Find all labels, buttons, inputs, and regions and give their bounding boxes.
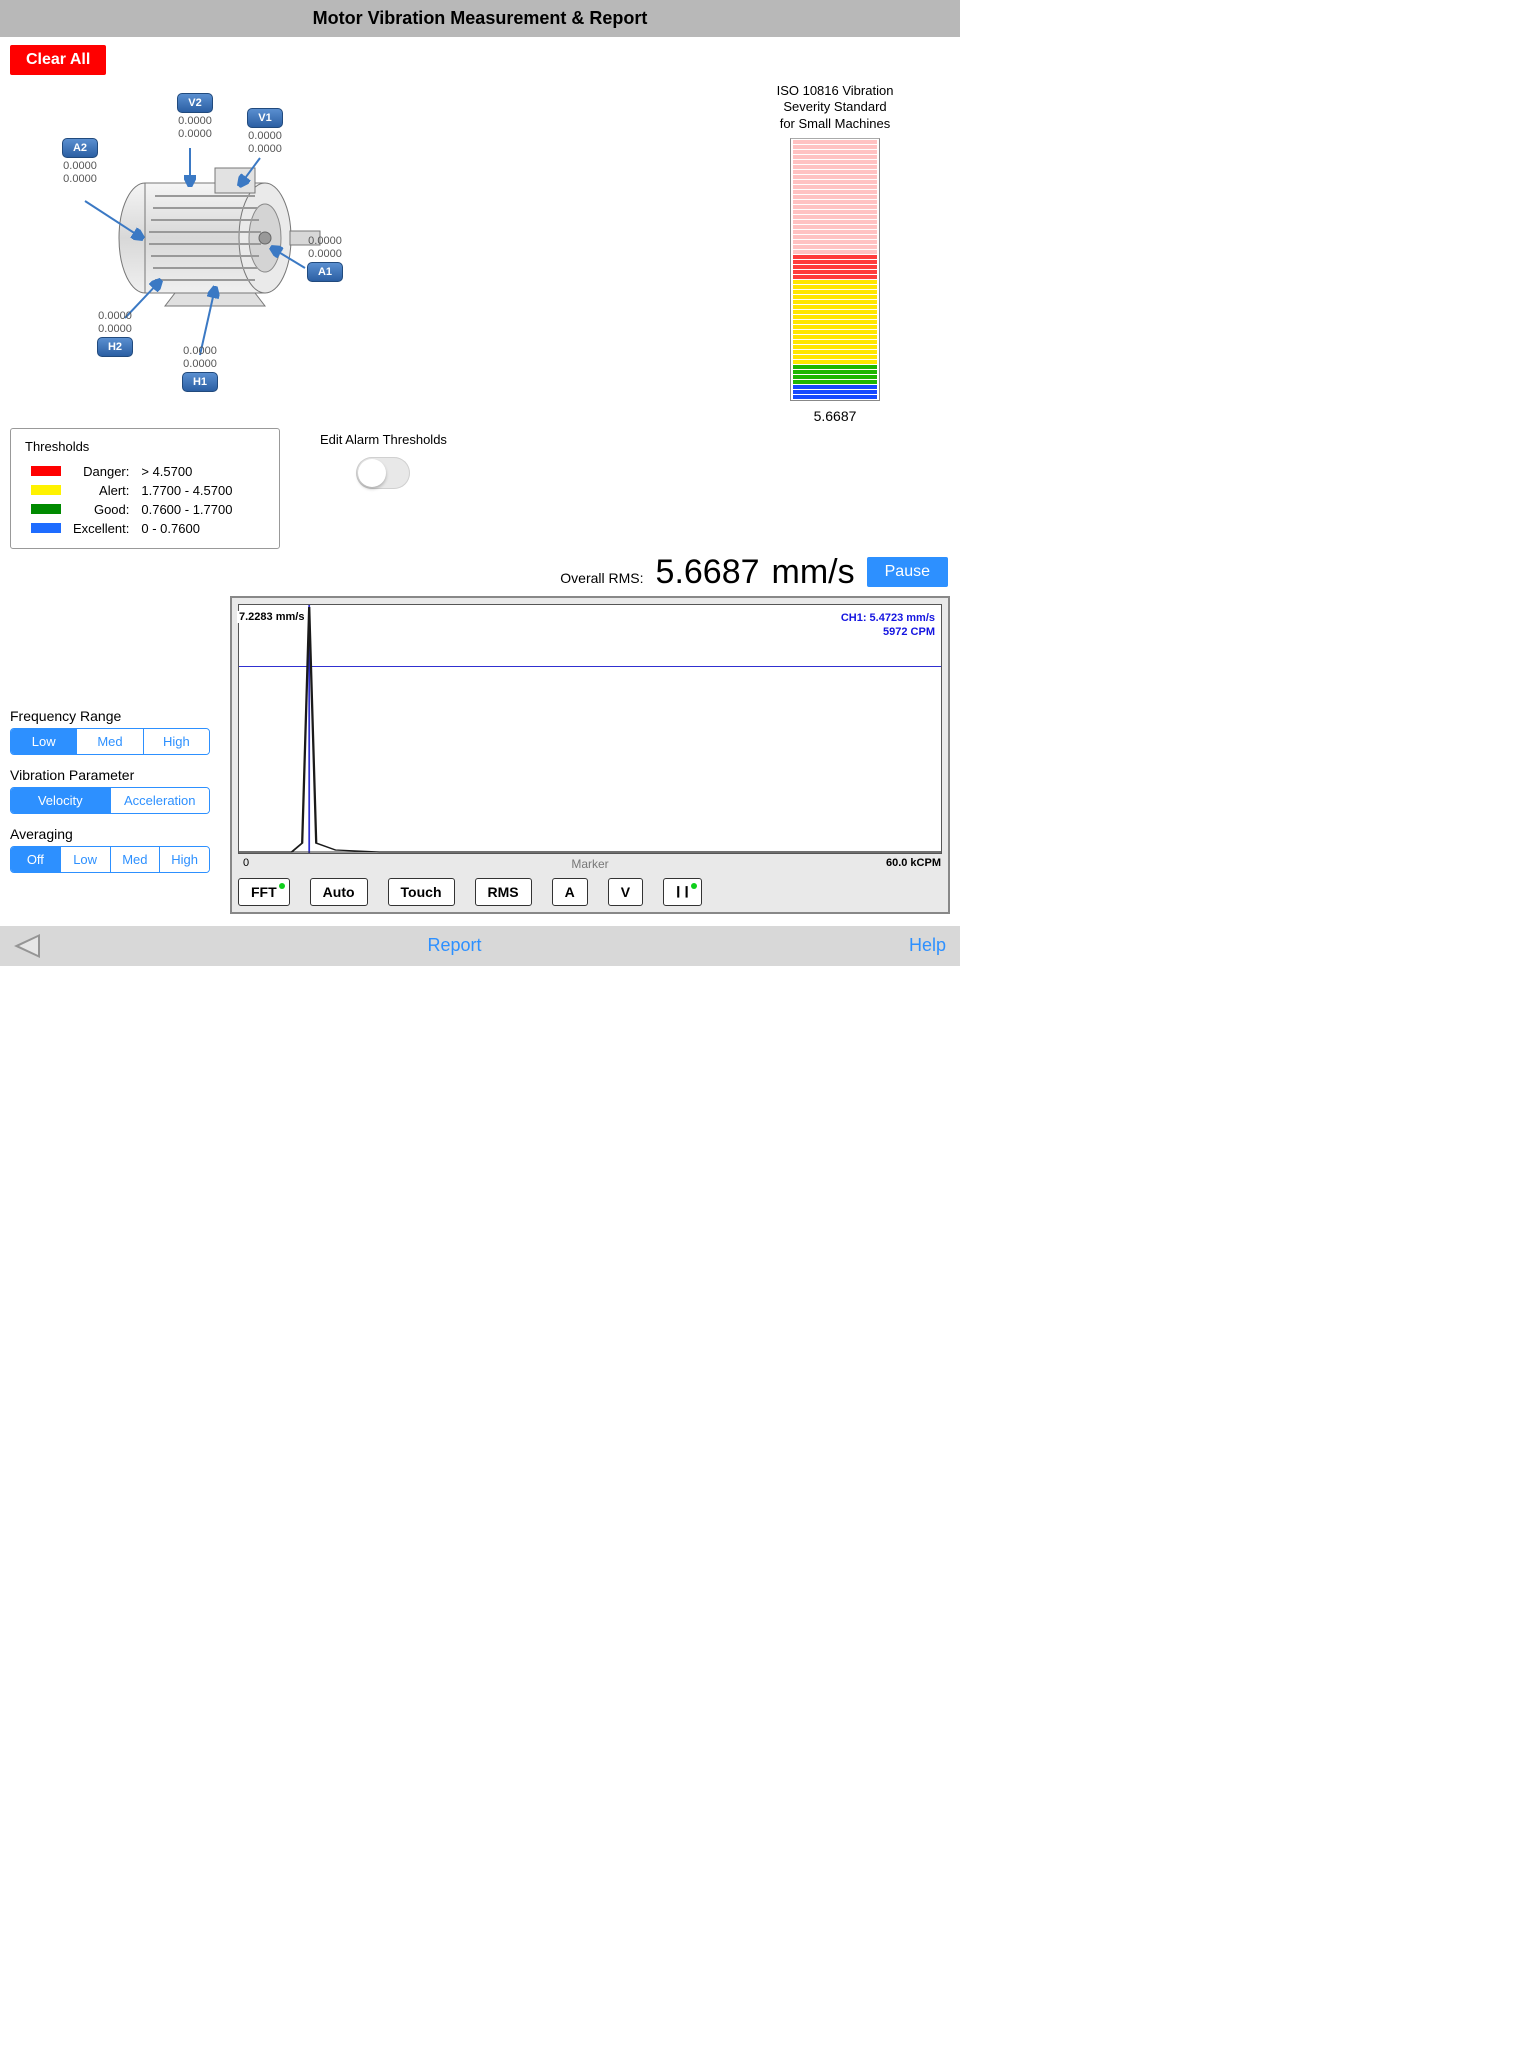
rms-label: Overall RMS: — [560, 570, 643, 586]
param-acceleration[interactable]: Acceleration — [111, 788, 210, 813]
rms-value: 5.6687 — [656, 553, 760, 592]
tag-v1-button[interactable]: V1 — [247, 108, 282, 128]
chart-v-button[interactable]: V — [608, 878, 643, 906]
help-link[interactable]: Help — [909, 935, 946, 956]
chart-a-button[interactable]: A — [552, 878, 588, 906]
clear-all-button[interactable]: Clear All — [10, 45, 106, 75]
param-velocity[interactable]: Velocity — [11, 788, 111, 813]
tag-a2-button[interactable]: A2 — [62, 138, 98, 158]
tag-h2-button[interactable]: H2 — [97, 337, 133, 357]
freq-range-label: Frequency Range — [10, 708, 210, 724]
freq-high[interactable]: High — [144, 729, 209, 754]
threshold-swatch-excellent — [31, 523, 61, 533]
avg-high[interactable]: High — [160, 847, 209, 872]
threshold-swatch-danger — [31, 466, 61, 476]
thresholds-panel: Thresholds Danger: > 4.5700 Alert: 1.770… — [10, 428, 280, 549]
rms-unit: mm/s — [772, 553, 855, 592]
pause-button[interactable]: Pause — [867, 557, 948, 587]
freq-low[interactable]: Low — [11, 729, 77, 754]
fft-chart-panel: 7.2283 mm/s CH1: 5.4723 mm/s5972 CPM 0 M… — [230, 596, 950, 914]
title-bar: Motor Vibration Measurement & Report — [0, 0, 960, 37]
report-link[interactable]: Report — [427, 935, 481, 956]
edit-alarm-label: Edit Alarm Thresholds — [320, 432, 447, 447]
averaging-segmented: Off Low Med High — [10, 846, 210, 873]
tag-a1-button[interactable]: A1 — [307, 262, 343, 282]
fft-chart[interactable]: 7.2283 mm/s CH1: 5.4723 mm/s5972 CPM 0 M… — [238, 604, 942, 854]
threshold-swatch-good — [31, 504, 61, 514]
vib-param-segmented: Velocity Acceleration — [10, 787, 210, 814]
freq-med[interactable]: Med — [77, 729, 143, 754]
chart-fft-button[interactable]: FFT — [238, 878, 290, 906]
motor-diagram: V2 0.00000.0000 V1 0.00000.0000 A2 0.000… — [10, 93, 410, 403]
freq-range-segmented: Low Med High — [10, 728, 210, 755]
chart-pause-button[interactable]: ❙❙ — [663, 878, 702, 906]
back-button[interactable] — [14, 934, 40, 958]
iso-value: 5.6687 — [720, 408, 950, 424]
iso-severity-bar: ISO 10816 Vibration Severity Standard fo… — [720, 83, 950, 424]
avg-off[interactable]: Off — [11, 847, 61, 872]
vib-param-label: Vibration Parameter — [10, 767, 210, 783]
edit-alarm-toggle[interactable] — [356, 457, 410, 489]
avg-med[interactable]: Med — [111, 847, 161, 872]
chart-touch-button[interactable]: Touch — [388, 878, 455, 906]
tag-h1-button[interactable]: H1 — [182, 372, 218, 392]
chart-rms-button[interactable]: RMS — [475, 878, 532, 906]
tag-v2-button[interactable]: V2 — [177, 93, 212, 113]
avg-low[interactable]: Low — [61, 847, 111, 872]
chart-auto-button[interactable]: Auto — [310, 878, 368, 906]
threshold-swatch-alert — [31, 485, 61, 495]
averaging-label: Averaging — [10, 826, 210, 842]
